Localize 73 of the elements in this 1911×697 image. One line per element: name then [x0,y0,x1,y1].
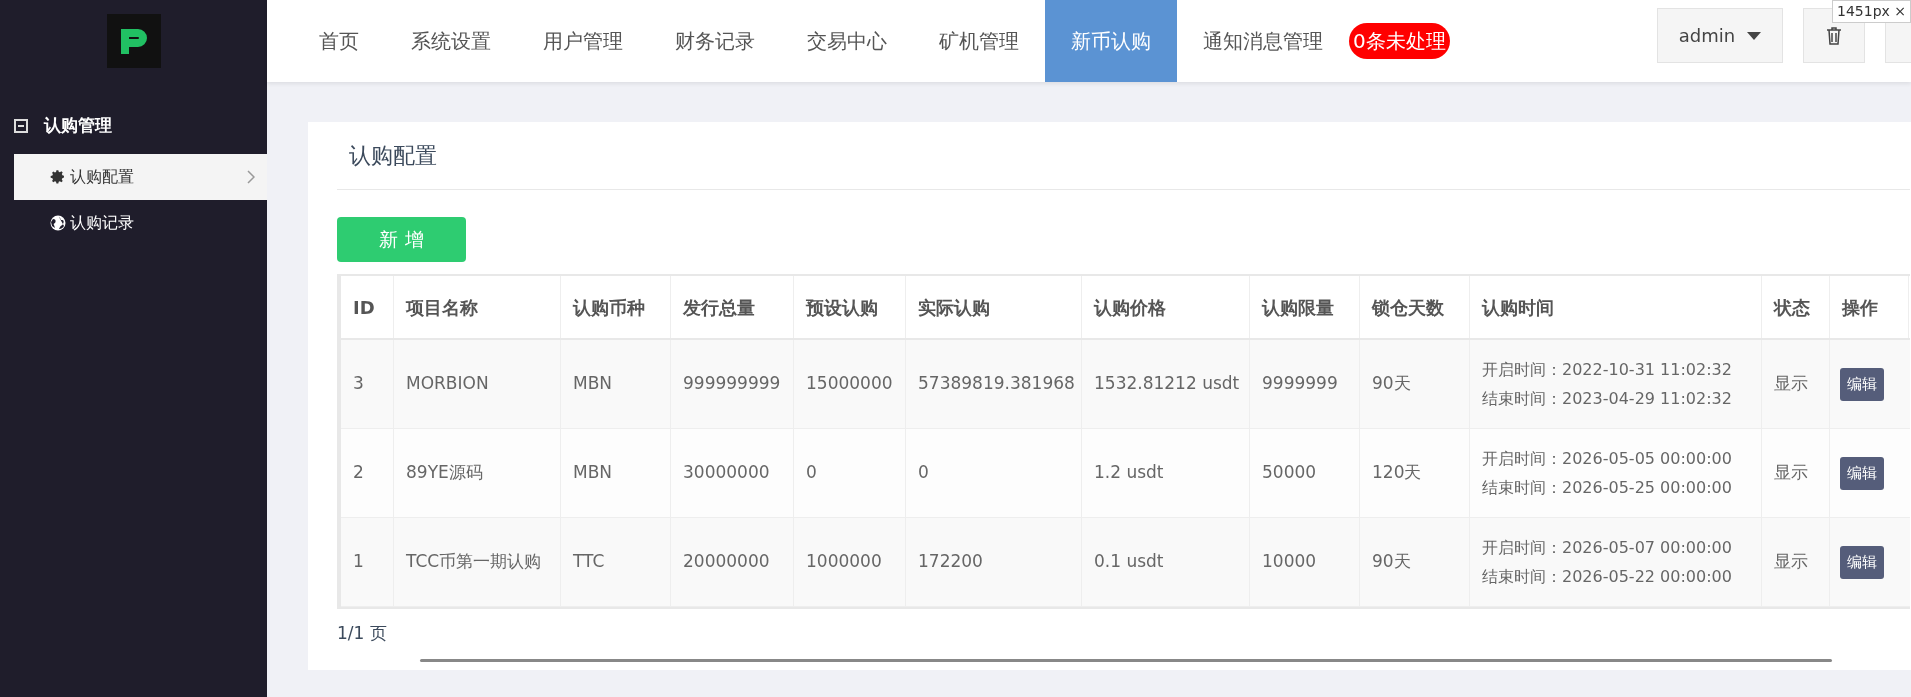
column-header: 项目名称 [394,276,561,338]
nav-tab[interactable]: 系统设置 [385,0,517,82]
sidebar-item[interactable]: 认购配置 [14,154,267,200]
column-header: 预设认购 [794,276,906,338]
notification-badge[interactable]: 0条未处理 [1349,23,1450,59]
nav-tab[interactable]: 首页 [293,0,385,82]
sidebar-group-label[interactable]: 认购管理 [44,113,112,139]
table-cell: 显示 [1762,518,1830,606]
table-cell: MORBION [394,340,561,428]
nav-tab[interactable]: 矿机管理 [913,0,1045,82]
table-cell: 30000000 [671,429,794,517]
column-header: ID [341,276,394,338]
table-cell: 显示 [1762,429,1830,517]
table-cell: TCC币第一期认购 [394,518,561,606]
logo-icon [106,14,161,68]
table-cell: 1000000 [794,518,906,606]
table-cell: 20000000 [671,518,794,606]
column-header: 状态 [1762,276,1830,338]
column-header: 发行总量 [671,276,794,338]
table-cell: 1 [341,518,394,606]
table-cell: 50000 [1250,429,1360,517]
table-cell: MBN [561,429,671,517]
nav-tab[interactable]: 交易中心 [781,0,913,82]
nav-tab[interactable]: 财务记录 [649,0,781,82]
nav-tab[interactable]: 通知消息管理 [1177,0,1349,82]
table-cell: 10000 [1250,518,1360,606]
chevron-right-icon [247,170,255,184]
nav-tab[interactable]: 用户管理 [517,0,649,82]
table-cell: 999999999 [671,340,794,428]
table-cell: 2 [341,429,394,517]
column-header: 认购币种 [561,276,671,338]
table-cell: 172200 [906,518,1082,606]
table-cell: 57389819.381968 [906,340,1082,428]
table-cell: 15000000 [794,340,906,428]
table-cell: 3 [341,340,394,428]
table-cell: 1532.81212 usdt [1082,340,1250,428]
table-cell: 0.1 usdt [1082,518,1250,606]
trash-icon [1826,26,1842,45]
sidebar-item[interactable]: 认购记录 [14,200,267,246]
edit-button[interactable]: 编辑 [1840,367,1884,401]
column-header: 操作 [1830,276,1909,338]
table-cell: 0 [794,429,906,517]
table-cell: 89YE源码 [394,429,561,517]
page-title: 认购配置 [349,142,437,170]
end-time: 结束时间：2023-04-29 11:02:32 [1482,388,1733,410]
table-cell: 1.2 usdt [1082,429,1250,517]
collapse-icon[interactable] [14,119,28,133]
column-header: 实际认购 [906,276,1082,338]
start-time: 开启时间：2022-10-31 11:02:32 [1482,359,1733,381]
table-cell: MBN [561,340,671,428]
table-cell: 显示 [1762,340,1830,428]
table-cell: 0 [906,429,1082,517]
column-header: 锁仓天数 [1360,276,1470,338]
table-cell: 9999999 [1250,340,1360,428]
globe-icon [50,215,66,231]
caret-down-icon [1747,31,1762,40]
edit-button[interactable]: 编辑 [1840,545,1884,579]
gear-icon [50,169,66,185]
end-time: 结束时间：2026-05-22 00:00:00 [1482,566,1733,588]
column-header: 认购限量 [1250,276,1360,338]
table-cell: 120天 [1360,429,1470,517]
start-time: 开启时间：2026-05-07 00:00:00 [1482,537,1733,559]
table-cell: 90天 [1360,340,1470,428]
pagination-info: 1/1 页 [337,622,387,646]
edit-button[interactable]: 编辑 [1840,456,1884,490]
size-tooltip: 1451px × [1832,0,1911,23]
column-header: 认购价格 [1082,276,1250,338]
end-time: 结束时间：2026-05-25 00:00:00 [1482,477,1733,499]
start-time: 开启时间：2026-05-05 00:00:00 [1482,448,1733,470]
user-dropdown[interactable]: admin [1657,8,1783,63]
table-cell: 90天 [1360,518,1470,606]
table-cell: TTC [561,518,671,606]
column-header: 认购时间 [1470,276,1762,338]
